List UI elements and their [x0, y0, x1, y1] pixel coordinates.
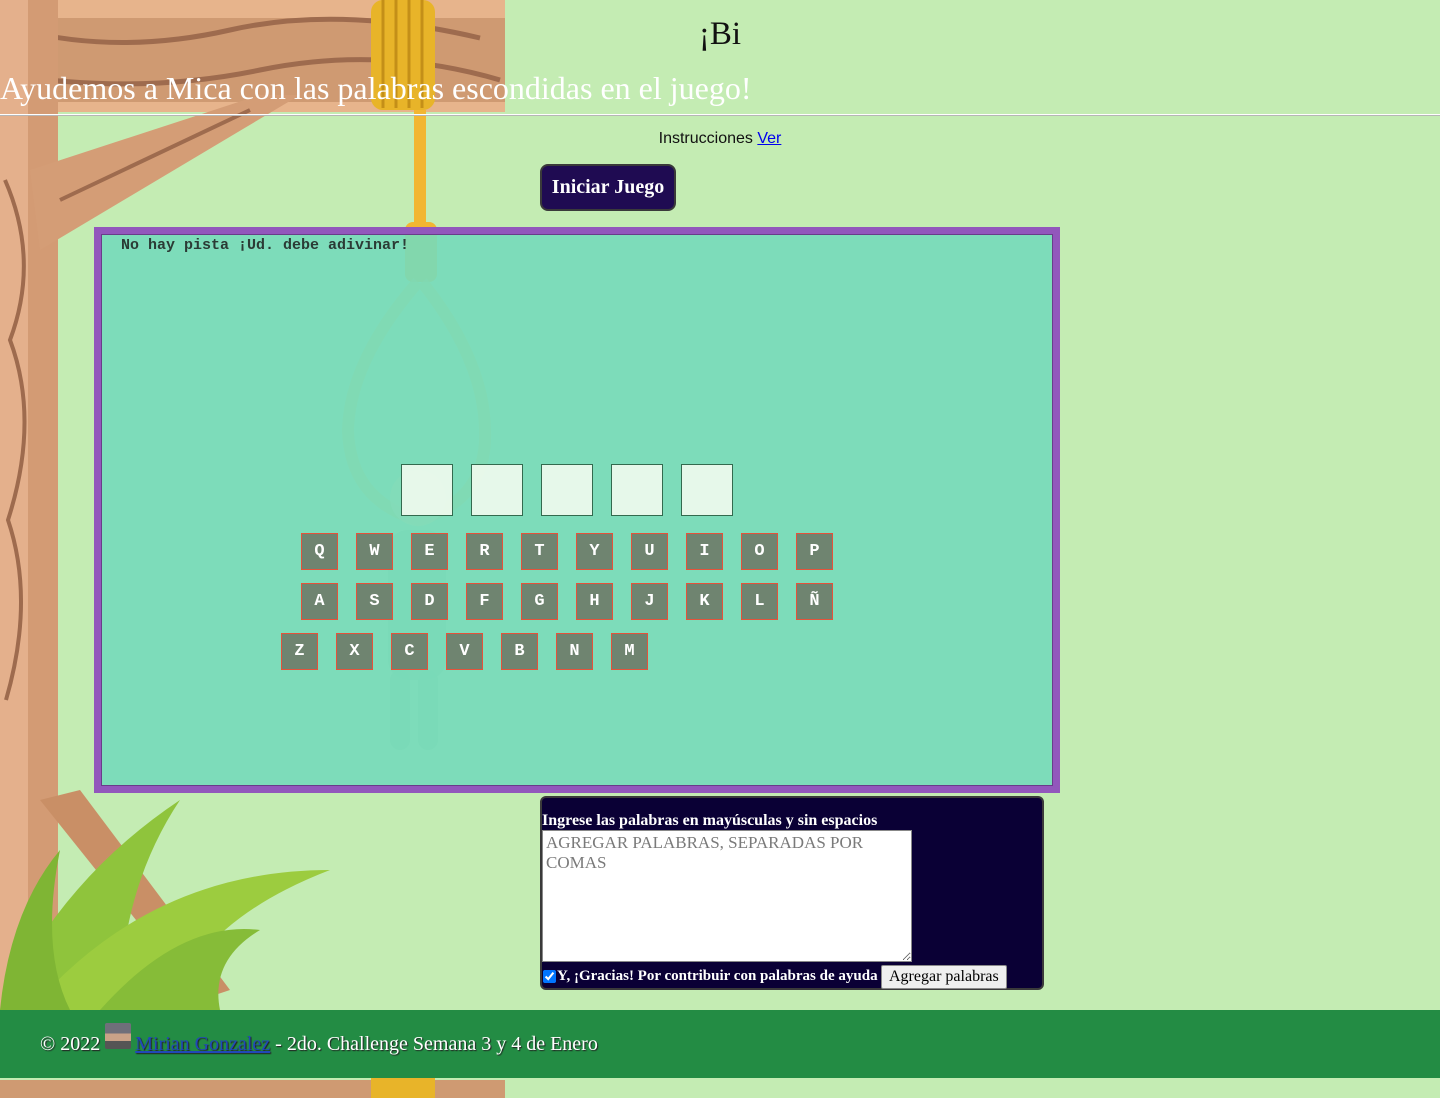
page-subtitle: Ayudemos a Mica con las palabras escondi… — [0, 70, 752, 106]
letter-slot — [681, 464, 733, 516]
key-y[interactable]: Y — [576, 533, 613, 570]
page-title: ¡Bi — [698, 16, 742, 52]
key-s[interactable]: S — [356, 583, 393, 620]
key-v[interactable]: V — [446, 633, 483, 670]
start-game-button[interactable]: Iniciar Juego — [540, 164, 676, 211]
key-m[interactable]: M — [611, 633, 648, 670]
author-avatar — [105, 1023, 132, 1049]
key-h[interactable]: H — [576, 583, 613, 620]
footer-description: - 2do. Challenge Semana 3 y 4 de Enero — [275, 1032, 598, 1055]
contribute-checkbox[interactable] — [543, 970, 556, 983]
key-l[interactable]: L — [741, 583, 778, 620]
instructions-link[interactable]: Ver — [757, 130, 781, 147]
letter-slot — [471, 464, 523, 516]
key-b[interactable]: B — [501, 633, 538, 670]
key-n[interactable]: N — [556, 633, 593, 670]
key-r[interactable]: R — [466, 533, 503, 570]
key-g[interactable]: G — [521, 583, 558, 620]
key-u[interactable]: U — [631, 533, 668, 570]
key-a[interactable]: A — [301, 583, 338, 620]
key-c[interactable]: C — [391, 633, 428, 670]
key-j[interactable]: J — [631, 583, 668, 620]
contribute-label: Y, ¡Gracias! Por contribuir con palabras… — [557, 968, 878, 984]
key-z[interactable]: Z — [281, 633, 318, 670]
letter-slot — [401, 464, 453, 516]
key-o[interactable]: O — [741, 533, 778, 570]
add-words-input[interactable] — [542, 830, 912, 962]
hint-text: No hay pista ¡Ud. debe adivinar! — [121, 237, 410, 254]
add-words-button[interactable]: Agregar palabras — [881, 965, 1007, 989]
key-w[interactable]: W — [356, 533, 393, 570]
add-words-panel: Ingrese las palabras en mayúsculas y sin… — [540, 796, 1044, 990]
key-d[interactable]: D — [411, 583, 448, 620]
footer: © 2022 Mirian Gonzalez - 2do. Challenge … — [0, 1010, 1440, 1078]
instructions-row: Instrucciones Ver — [0, 130, 1440, 148]
add-words-label: Ingrese las palabras en mayúsculas y sin… — [542, 812, 878, 829]
letter-slot — [541, 464, 593, 516]
key-i[interactable]: I — [686, 533, 723, 570]
key-p[interactable]: P — [796, 533, 833, 570]
key-t[interactable]: T — [521, 533, 558, 570]
key-e[interactable]: E — [411, 533, 448, 570]
header-divider — [0, 114, 1440, 116]
game-board: No hay pista ¡Ud. debe adivinar! Q W E R… — [94, 227, 1060, 793]
key-x[interactable]: X — [336, 633, 373, 670]
key-enye[interactable]: Ñ — [796, 583, 833, 620]
key-q[interactable]: Q — [301, 533, 338, 570]
footer-copyright: © 2022 — [40, 1032, 101, 1055]
letter-slot — [611, 464, 663, 516]
key-f[interactable]: F — [466, 583, 503, 620]
contribute-row: Y, ¡Gracias! Por contribuir con palabras… — [542, 968, 878, 985]
key-k[interactable]: K — [686, 583, 723, 620]
author-link[interactable]: Mirian Gonzalez — [135, 1033, 270, 1056]
instructions-label: Instrucciones — [658, 130, 753, 147]
